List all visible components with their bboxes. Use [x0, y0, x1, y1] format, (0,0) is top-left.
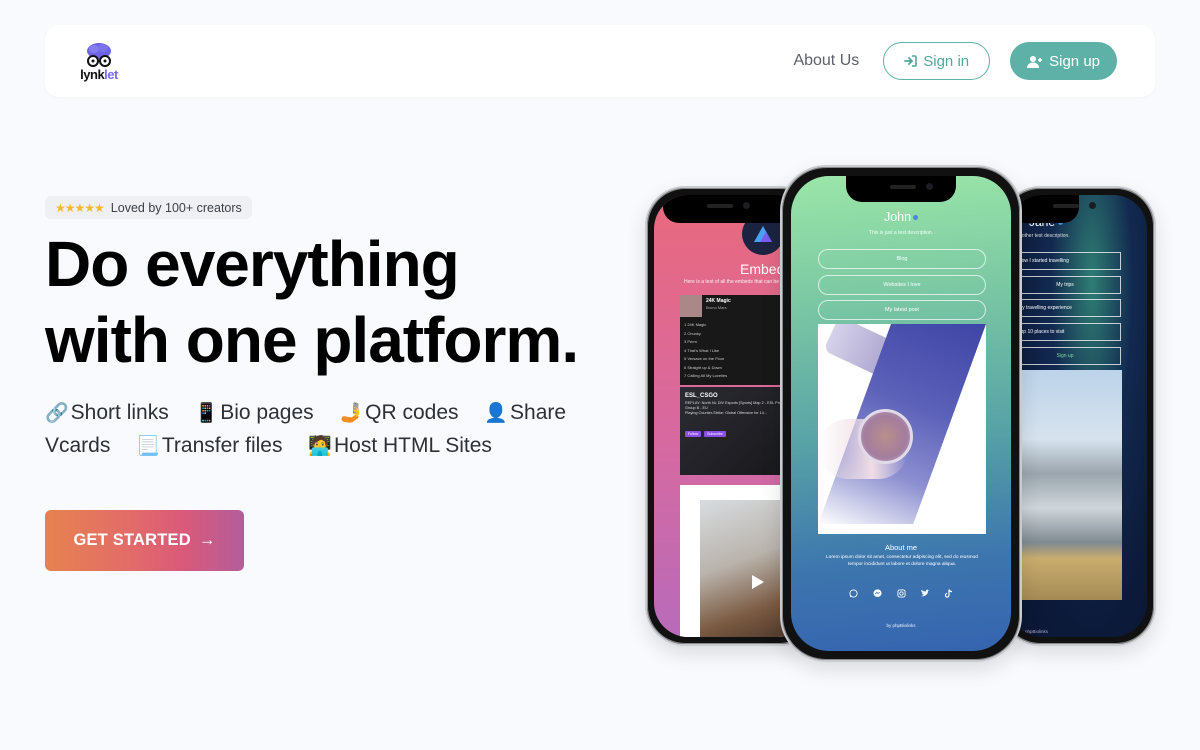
logo-text-part2: let — [104, 66, 118, 82]
profile-link[interactable]: Top 10 places to visit — [1009, 323, 1121, 341]
user-plus-icon — [1027, 55, 1043, 68]
five-stars-icon: ★★★★★ — [55, 200, 105, 215]
profile-link[interactable]: Websites I love — [818, 275, 986, 295]
mobile-phone-icon: 📱 — [194, 403, 219, 424]
feature-host-html: 🧑‍💻Host HTML Sites — [308, 434, 492, 457]
phone-notch — [846, 176, 956, 202]
photo-detail — [858, 409, 913, 464]
hero-title-line2: with one platform. — [45, 304, 579, 376]
track-item[interactable]: 7 Calling All My Lovelies — [684, 373, 727, 382]
profile-signup-link[interactable]: Sign up — [1009, 347, 1121, 365]
feature-list: 🔗Short links 📱Bio pages 🤳QR codes 👤Share… — [45, 397, 585, 463]
verified-badge-icon — [913, 215, 919, 221]
rating-badge-text: Loved by 100+ creators — [110, 200, 242, 215]
twitch-playing: Playing Counter-Strike: Global Offensive… — [685, 411, 768, 415]
phone-screen: John This is just a test description. Bl… — [791, 176, 1011, 651]
song-title: 24K Magic — [706, 298, 731, 304]
twitter-icon[interactable] — [920, 588, 930, 598]
twitch-follow-button[interactable]: Follow — [685, 431, 702, 437]
song-artist: Bruno Mars — [706, 305, 727, 310]
track-item[interactable]: 5 Versace on the Floor — [684, 356, 727, 365]
feature-label: Short links — [70, 401, 169, 424]
instagram-icon[interactable] — [896, 588, 906, 598]
hero-title-line1: Do everything — [45, 228, 460, 300]
profile-link[interactable]: My latest post — [818, 300, 986, 320]
about-me-title: About me — [884, 543, 918, 552]
track-item[interactable]: 6 Straight up & Down — [684, 365, 727, 374]
feature-label: Bio pages — [220, 401, 314, 424]
profile-footer: by phpBiolinks — [1019, 629, 1049, 634]
logo-text: lynklet — [80, 68, 118, 81]
logo[interactable]: lynklet — [77, 42, 121, 81]
get-started-button[interactable]: GET STARTED → — [45, 510, 244, 571]
profile-link[interactable]: How I started travelling — [1009, 252, 1121, 270]
feature-label: QR codes — [365, 401, 459, 424]
user-silhouette-icon: 👤 — [484, 403, 509, 424]
feature-qr-codes: 🤳QR codes — [339, 401, 458, 424]
phone-mockup-jane: Jane Is another test description. How I … — [1000, 186, 1156, 646]
selfie-icon: 🤳 — [339, 403, 364, 424]
track-item[interactable]: 4 That's What I Like — [684, 348, 727, 357]
twitch-buttons: Follow Subscribe — [685, 431, 726, 437]
profile-link[interactable]: My travelling experience — [1009, 299, 1121, 317]
track-list: 1 24K Magic 2 Chunky 3 Perm 4 That's Wha… — [684, 322, 727, 382]
profile-subtitle: This is just a test description. — [868, 230, 934, 236]
profile-link[interactable]: Blog — [818, 249, 986, 269]
sign-in-icon — [904, 55, 918, 67]
feature-short-links: 🔗Short links — [45, 401, 169, 424]
feature-label: Host HTML Sites — [333, 434, 492, 457]
profile-footer: by phpBiolinks — [886, 623, 916, 628]
brain-glasses-logo-icon — [87, 42, 111, 67]
track-item[interactable]: 2 Chunky — [684, 331, 727, 340]
sign-in-label: Sign in — [923, 52, 970, 70]
twitch-subscribe-button[interactable]: Subscribe — [704, 431, 726, 437]
embeds-subtitle: Here is a test of all the embeds that ca… — [684, 279, 795, 285]
tiktok-icon[interactable] — [944, 588, 954, 598]
sign-up-label: Sign up — [1049, 52, 1100, 70]
social-icons — [791, 588, 1011, 598]
profile-link[interactable]: My trips — [1009, 276, 1121, 294]
phone-screen: Jane Is another test description. How I … — [1009, 195, 1147, 637]
sign-up-button[interactable]: Sign up — [1010, 42, 1117, 80]
feature-bio-pages: 📱Bio pages — [195, 401, 314, 424]
twitch-channel: ESL_CSGO — [685, 393, 718, 399]
logo-text-part1: lynk — [80, 66, 105, 82]
play-icon[interactable] — [752, 575, 764, 589]
sign-in-button[interactable]: Sign in — [883, 42, 991, 80]
mountain-photo — [1012, 370, 1122, 600]
nav-actions: About Us Sign in Sign up — [793, 42, 1117, 80]
messenger-icon[interactable] — [872, 588, 882, 598]
phone-mockup-john: John This is just a test description. Bl… — [780, 165, 1022, 662]
about-me-text: Lorem ipsum dolor sit amet, consectetur … — [826, 555, 978, 567]
arrow-right-icon: → — [198, 531, 216, 549]
page-curl-icon: 📃 — [136, 436, 160, 457]
feature-transfer-files: 📃Transfer files — [136, 434, 282, 457]
navbar: lynklet About Us Sign in Sign up — [45, 25, 1155, 97]
feature-label: Transfer files — [161, 434, 283, 457]
profile-name: John — [791, 210, 1011, 224]
whatsapp-icon[interactable] — [848, 588, 858, 598]
link-icon: 🔗 — [45, 403, 69, 424]
get-started-label: GET STARTED — [73, 531, 191, 549]
laptop-coffee-photo — [818, 324, 986, 534]
hero-title: Do everything with one platform. — [45, 226, 645, 378]
track-item[interactable]: 3 Perm — [684, 339, 727, 348]
about-us-link[interactable]: About Us — [793, 52, 859, 70]
album-cover — [680, 295, 702, 317]
profile-name-text: John — [883, 210, 912, 224]
technologist-icon: 🧑‍💻 — [308, 436, 332, 457]
track-item[interactable]: 1 24K Magic — [684, 322, 727, 331]
rating-badge: ★★★★★ Loved by 100+ creators — [45, 196, 252, 219]
